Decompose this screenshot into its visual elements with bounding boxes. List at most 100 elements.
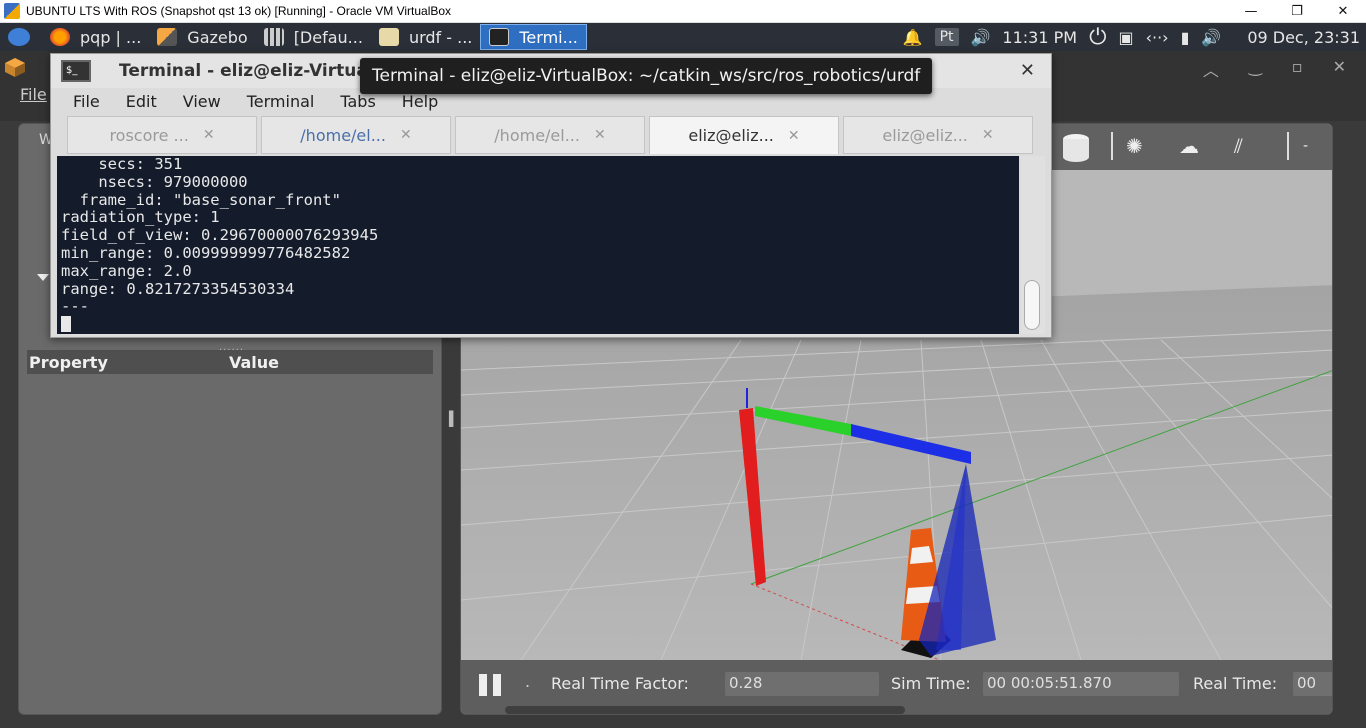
menu-view[interactable]: View <box>183 92 221 111</box>
virtualbox-titlebar: UBUNTU LTS With ROS (Snapshot qst 13 ok)… <box>0 0 1366 23</box>
terminal-scrollbar[interactable] <box>1021 156 1045 334</box>
step-icon[interactable]: . <box>525 672 530 691</box>
gazebo-icon <box>157 28 178 46</box>
gazebo-close-icon[interactable]: ✕ <box>1333 57 1346 81</box>
restore-button[interactable]: ❐ <box>1274 0 1320 23</box>
menu-help[interactable]: Help <box>402 92 438 111</box>
battery-icon[interactable]: ▮ <box>1175 28 1196 47</box>
gazebo-logo-icon <box>5 58 25 77</box>
window-title-tooltip: Terminal - eliz@eliz-VirtualBox: ~/catki… <box>360 58 933 94</box>
terminal-line: --- <box>61 297 89 316</box>
terminal-line: radiation_type: 1 <box>61 208 220 227</box>
taskbar-item-label: Termi... <box>519 27 578 47</box>
value-column-header: Value <box>229 352 280 372</box>
property-column-header: Property <box>29 352 108 372</box>
volume-icon-2[interactable]: 🔊 <box>1195 28 1227 47</box>
folder-icon <box>378 28 399 46</box>
tab-close-icon[interactable]: ✕ <box>788 128 800 144</box>
tab-home-1[interactable]: /home/el... ✕ <box>261 116 451 154</box>
property-table-header: Property Value <box>27 350 433 374</box>
menu-edit[interactable]: Edit <box>126 92 157 111</box>
terminal-close-icon[interactable]: ✕ <box>1020 60 1035 81</box>
taskbar-item-firefox[interactable]: pqp | ... <box>42 24 149 50</box>
tab-eliz-2[interactable]: eliz@eliz... ✕ <box>843 116 1033 154</box>
real-time-factor-label: Real Time Factor: <box>551 674 689 693</box>
gazebo-maximize-icon[interactable]: ▫ <box>1292 57 1303 81</box>
terminal-window: $_ Terminal - eliz@eliz-VirtualBox: ~/ca… <box>50 53 1052 338</box>
sim-time-label: Sim Time: <box>891 674 971 693</box>
clipboard-icon[interactable]: ▣ <box>1112 28 1139 47</box>
taskbar-item-urdf[interactable]: urdf - ... <box>371 24 480 50</box>
virtualbox-title: UBUNTU LTS With ROS (Snapshot qst 13 ok)… <box>26 4 452 18</box>
tab-roscore[interactable]: roscore ... ✕ <box>67 116 257 154</box>
close-button[interactable]: ✕ <box>1320 0 1366 23</box>
gazebo-time-bar: . Real Time Factor: 0.28 Sim Time: 00 00… <box>461 660 1332 714</box>
gazebo-minimize-icon[interactable]: ‿ <box>1249 57 1262 81</box>
point-light-icon[interactable]: ✺ <box>1126 134 1143 158</box>
power-icon[interactable]: ⏻ <box>1083 25 1112 50</box>
tab-close-icon[interactable]: ✕ <box>400 127 412 143</box>
firefox-icon <box>50 28 70 46</box>
real-time-factor-value: 0.28 <box>725 672 879 696</box>
terminal-window-icon: $_ <box>61 60 91 82</box>
tab-close-icon[interactable]: ✕ <box>594 127 606 143</box>
terminal-line: max_range: 2.0 <box>61 261 192 280</box>
virtualbox-icon <box>4 3 20 19</box>
app-menu-button[interactable] <box>0 24 42 50</box>
real-time-value: 00 <box>1293 672 1332 696</box>
tab-label: /home/el... <box>494 125 580 145</box>
network-icon[interactable]: ‹··› <box>1140 28 1175 47</box>
app-menu-icon <box>8 28 30 46</box>
expand-arrow-icon[interactable] <box>37 274 49 281</box>
ground-plane <box>461 285 1332 660</box>
menu-tabs[interactable]: Tabs <box>340 92 375 111</box>
directional-light-icon[interactable]: ⫽ <box>1234 134 1243 158</box>
tab-close-icon[interactable]: ✕ <box>203 127 215 143</box>
terminal-line: frame_id: "base_sonar_front" <box>61 190 341 209</box>
taskbar-item-label: pqp | ... <box>80 27 142 47</box>
taskbar-item-label: Gazebo <box>187 27 248 47</box>
tab-label: eliz@eliz... <box>882 125 968 145</box>
taskbar-item-terminal[interactable]: Termi... <box>480 24 587 50</box>
taskbar-item-default[interactable]: [Defau... <box>256 24 371 50</box>
terminal-output[interactable]: secs: 351 nsecs: 979000000 frame_id: "ba… <box>57 156 1019 334</box>
spot-light-icon[interactable]: ☁ <box>1179 134 1199 158</box>
terminal-line: min_range: 0.009999999776482582 <box>61 243 351 262</box>
taskbar-item-gazebo[interactable]: Gazebo <box>149 24 255 50</box>
terminal-line: range: 0.8217273354530334 <box>61 279 295 298</box>
tab-close-icon[interactable]: ✕ <box>982 127 994 143</box>
cylinder-shape-icon[interactable] <box>1061 132 1091 162</box>
sim-time-value: 00 00:05:51.870 <box>983 672 1179 696</box>
tab-label: roscore ... <box>109 125 189 145</box>
gazebo-file-menu[interactable]: File <box>20 85 47 104</box>
terminal-icon <box>489 28 510 46</box>
real-time-label: Real Time: <box>1193 674 1278 693</box>
terminal-line: nsecs: 979000000 <box>61 172 248 191</box>
desktop-panel: pqp | ... Gazebo [Defau... urdf - ... Te… <box>0 23 1366 51</box>
terminal-line: field_of_view: 0.29670000076293945 <box>61 226 379 245</box>
vertical-splitter-handle[interactable]: ▪ ▪ ▪ ▪ <box>448 409 454 430</box>
terminal-cursor <box>61 316 71 333</box>
toolbar-more-icon[interactable]: - <box>1303 138 1308 154</box>
volume-icon[interactable]: 🔊 <box>965 28 997 47</box>
panel-clock[interactable]: 11:31 PM <box>996 28 1083 47</box>
scrollbar-thumb[interactable] <box>1024 280 1040 330</box>
taskbar-item-label: [Defau... <box>293 27 363 47</box>
terminal-tab-bar: roscore ... ✕ /home/el... ✕ /home/el... ✕ e… <box>67 116 1043 154</box>
gazebo-collapse-icon[interactable]: ︿ <box>1203 57 1219 81</box>
tab-label: eliz@eliz... <box>688 126 774 145</box>
time-bar-scrollbar[interactable] <box>505 706 905 714</box>
tab-eliz-active[interactable]: eliz@eliz... ✕ <box>649 116 839 154</box>
terminal-line: secs: 351 <box>61 156 183 173</box>
menu-terminal[interactable]: Terminal <box>247 92 315 111</box>
menu-file[interactable]: File <box>73 92 100 111</box>
taskbar-item-label: urdf - ... <box>408 27 473 47</box>
pause-icon[interactable] <box>479 674 503 696</box>
keyboard-layout-indicator[interactable]: Pt <box>934 28 959 46</box>
grid-icon <box>263 28 284 46</box>
tab-label: /home/el... <box>300 125 386 145</box>
panel-date[interactable]: 09 Dec, 23:31 <box>1241 28 1366 47</box>
notification-bell-icon[interactable]: 🔔 <box>897 28 929 47</box>
tab-home-2[interactable]: /home/el... ✕ <box>455 116 645 154</box>
minimize-button[interactable]: — <box>1228 0 1274 23</box>
